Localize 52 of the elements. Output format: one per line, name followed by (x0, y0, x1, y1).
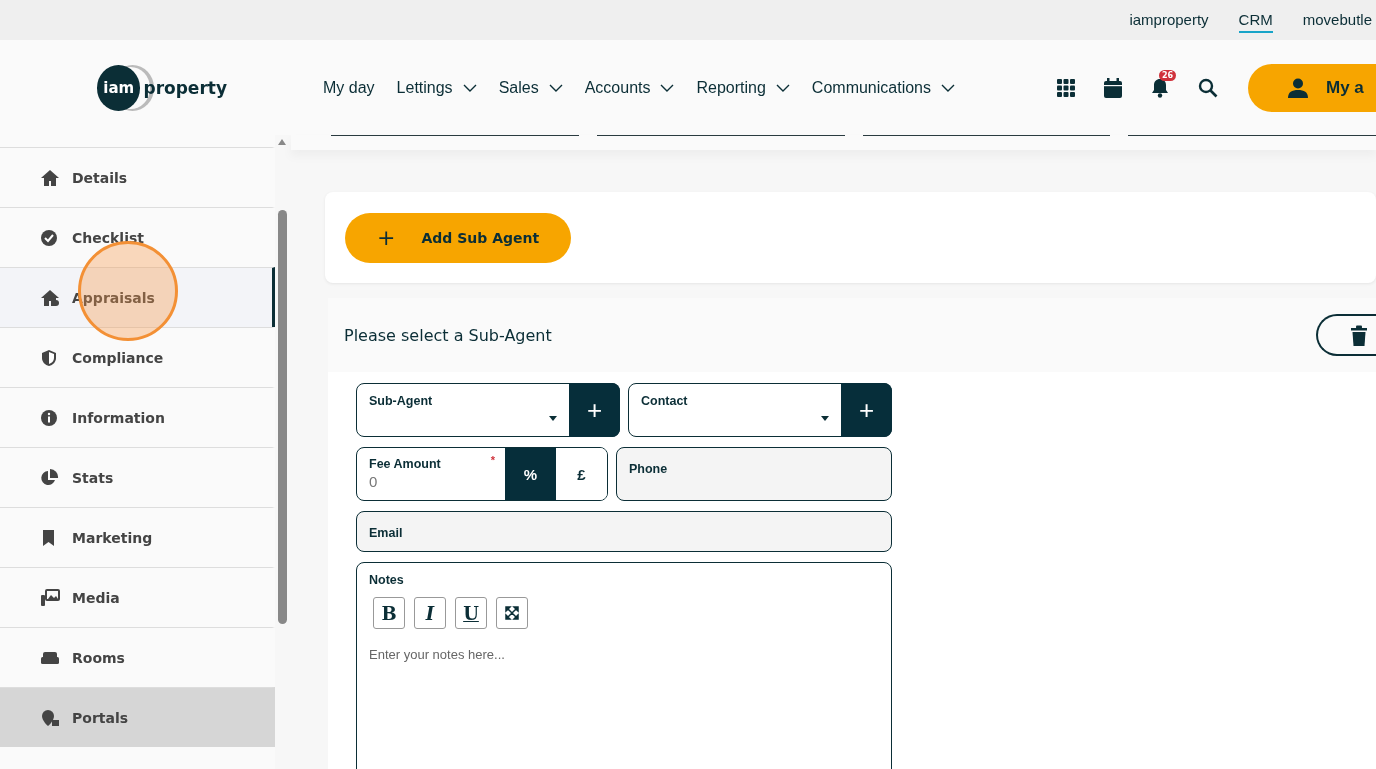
email-field[interactable]: Email (356, 511, 892, 552)
nav-menu-item[interactable]: Sales (498, 78, 563, 97)
panel-title: Please select a Sub-Agent (344, 325, 552, 345)
format-button[interactable]: I (414, 597, 446, 629)
delete-button[interactable] (1316, 314, 1376, 356)
sub-agent-card: Please select a Sub-Agent Sub-Agent + Contact + Fee Amount * 0 % £ Phone Email Notes B I U Enter your notes here... (328, 298, 1376, 769)
expand-arrows-icon (505, 606, 519, 620)
sidebar-item[interactable]: Stats (0, 447, 275, 507)
notes-editor[interactable]: Notes B I U Enter your notes here... (356, 562, 892, 769)
check-circle-icon (40, 228, 60, 247)
info-icon (40, 408, 60, 427)
sidebar-item[interactable]: Information (0, 387, 275, 447)
map-pin-icon (40, 708, 60, 727)
nav-menu-item[interactable]: Reporting (696, 78, 790, 97)
sidebar-item[interactable]: Media (0, 567, 275, 627)
scrollbar-thumb[interactable] (278, 210, 287, 624)
nav-menu-item[interactable]: Lettings (396, 78, 477, 97)
contact-select[interactable]: Contact + (628, 383, 892, 437)
add-sub-agent-plus-button[interactable]: + (569, 383, 620, 437)
sidebar-item[interactable]: Compliance (0, 327, 275, 387)
expand-button[interactable] (496, 597, 528, 629)
pie-chart-icon (40, 468, 60, 487)
fee-unit-toggle[interactable]: % (505, 448, 556, 500)
bell-icon[interactable] (1151, 77, 1169, 98)
add-contact-plus-button[interactable]: + (841, 383, 892, 437)
apps-grid-icon[interactable] (1057, 78, 1075, 97)
fee-amount-input[interactable]: 0 (369, 471, 493, 492)
top-link[interactable]: CRM (1238, 7, 1273, 33)
sidebar-item[interactable]: Portals (0, 687, 275, 747)
sidebar-item[interactable]: Marketing (0, 507, 275, 567)
person-icon (1288, 77, 1308, 98)
images-icon (40, 588, 60, 607)
notification-count-badge: 26 (1159, 69, 1177, 81)
house-icon (40, 288, 60, 307)
nav-menu-item[interactable]: My day (323, 78, 375, 97)
format-button[interactable]: B (373, 597, 405, 629)
sub-agent-select[interactable]: Sub-Agent + (356, 383, 620, 437)
trash-icon (1350, 324, 1368, 346)
top-link[interactable]: iamproperty (1129, 7, 1209, 33)
calendar-icon[interactable] (1104, 77, 1122, 98)
nav-menu-item[interactable]: Communications (811, 78, 955, 97)
add-sub-agent-button[interactable]: + Add Sub Agent (345, 212, 572, 263)
notes-placeholder: Enter your notes here... (369, 647, 505, 662)
logo[interactable]: iam property (97, 64, 227, 111)
format-button[interactable]: U (455, 597, 487, 629)
my-account-button[interactable]: My a (1248, 63, 1376, 112)
search-icon[interactable] (1198, 77, 1218, 98)
nav-menu-item[interactable]: Accounts (584, 78, 675, 97)
house-icon (40, 168, 60, 187)
top-link[interactable]: movebutle (1302, 7, 1372, 33)
sidebar-item[interactable]: Details (0, 147, 275, 207)
phone-field[interactable]: Phone (616, 447, 892, 501)
